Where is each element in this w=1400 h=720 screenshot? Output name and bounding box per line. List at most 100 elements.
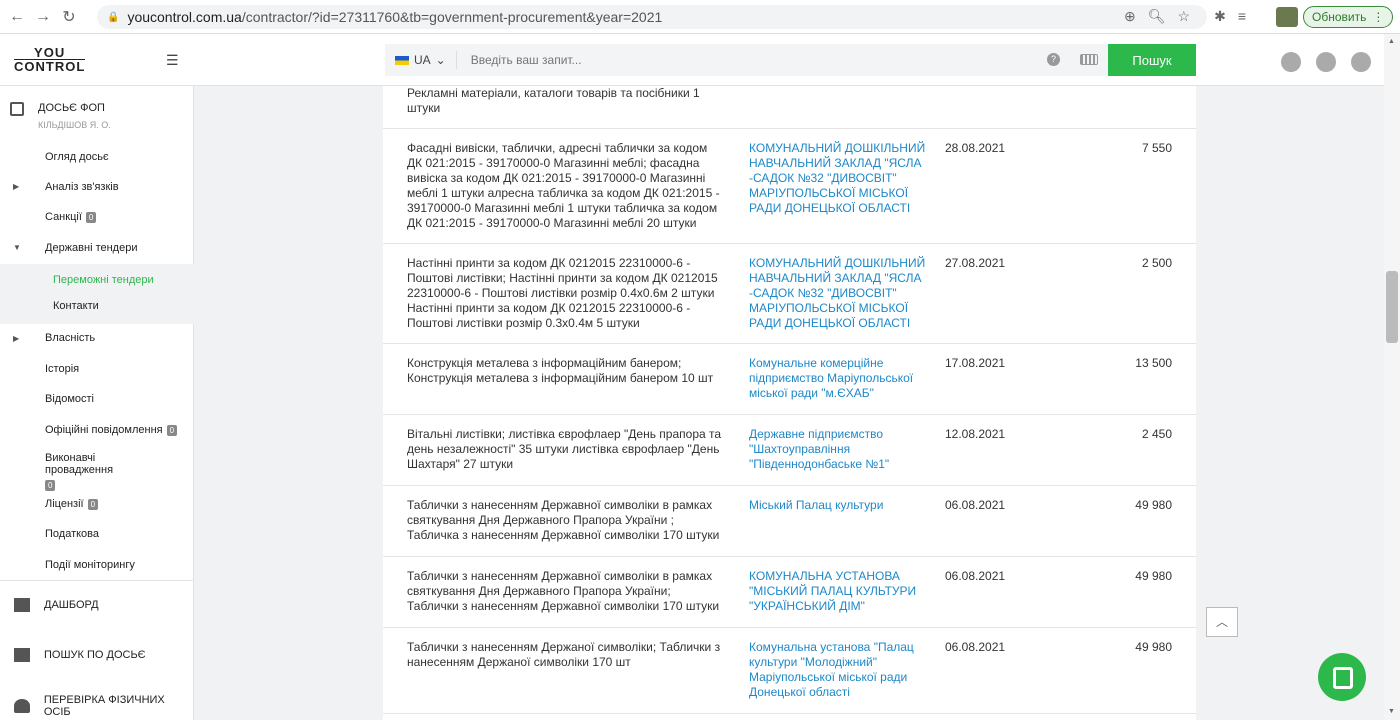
sidebar-item-notices[interactable]: Офіційні повідомлення 0 [45, 424, 178, 436]
scrollbar-thumb[interactable] [1386, 271, 1398, 343]
row-amount: 7 550 [1141, 141, 1172, 155]
table-row: Настінні принти за кодом ДК 0212015 2231… [383, 244, 1196, 344]
sidebar-item-enforcement[interactable]: Виконавчі провадження 0 [45, 452, 145, 491]
search-bar: UA⌄ ? Пошук [385, 44, 1196, 76]
keyboard-icon[interactable] [1080, 54, 1098, 65]
row-date: 27.08.2021 [945, 256, 1006, 270]
row-description: Таблички з нанесенням Державної символік… [407, 498, 720, 542]
row-date: 06.08.2021 [945, 498, 1006, 512]
collapse-arrow-icon: ▼ [13, 243, 21, 252]
address-bar[interactable]: 🔒 youcontrol.com.ua/contractor/?id=27311… [97, 5, 1207, 29]
sidebar-item-property[interactable]: Власність [45, 332, 95, 344]
row-date: 17.08.2021 [945, 356, 1006, 370]
sidebar-item-tax[interactable]: Податкова [45, 528, 99, 540]
ua-flag-icon [395, 55, 409, 65]
language-select[interactable]: UA ⌄ [385, 51, 457, 69]
update-button[interactable]: Обновить ⋮ [1303, 6, 1394, 28]
row-amount: 49 980 [1135, 498, 1172, 512]
sidebar-item-overview[interactable]: Огляд досьє [45, 151, 109, 163]
url-host: youcontrol.com.ua [127, 9, 242, 25]
expand-arrow-icon: ▶ [13, 334, 20, 343]
browser-toolbar: ← → ↻ 🔒 youcontrol.com.ua/contractor/?id… [0, 0, 1400, 34]
sidebar: ДОСЬЄ ФОП КІЛЬДІШОВ Я. О. Огляд досьє ▶ А… [0, 86, 194, 720]
profile-avatar[interactable] [1276, 7, 1298, 27]
row-date: 12.08.2021 [945, 427, 1006, 441]
row-description: Вітальні листівки; листівка єврофлаер "Д… [407, 427, 722, 471]
expand-arrow-icon: ▶ [13, 182, 20, 191]
sidebar-selected-group [0, 264, 194, 324]
row-amount: 49 980 [1135, 569, 1172, 583]
sidebar-item-links[interactable]: Аналіз зв'язків [45, 181, 119, 193]
forward-icon[interactable]: → [30, 8, 56, 26]
help-icon[interactable]: ? [1047, 53, 1060, 66]
search-input[interactable] [456, 53, 1017, 67]
support-icon[interactable] [1281, 52, 1301, 72]
sidebar-check-persons[interactable]: ПЕРЕВІРКА ФІЗИЧНИХ ОСІБ [14, 694, 193, 718]
globe-icon[interactable] [1316, 52, 1336, 72]
row-organization-link[interactable]: Державне підприємство "Шахтоуправління "… [749, 427, 929, 472]
dossier-header[interactable]: ДОСЬЄ ФОП КІЛЬДІШОВ Я. О. [10, 102, 111, 130]
scroll-to-top-button[interactable]: ︿ [1206, 607, 1238, 637]
table-row: Таблички з нанесенням Державної символік… [383, 557, 1196, 628]
sidebar-item-licenses[interactable]: Ліцензії 0 [45, 498, 99, 510]
more-icon: ⋮ [1372, 10, 1385, 24]
row-organization-link[interactable]: Міський Палац культури [749, 498, 929, 513]
table-row: Вітальні листівки; листівка єврофлаер "Д… [383, 415, 1196, 486]
menu-collapse-icon[interactable]: ☰ [166, 52, 179, 69]
row-date: 06.08.2021 [945, 640, 1006, 654]
sidebar-item-monitoring[interactable]: Події моніторингу [45, 559, 135, 571]
row-description: Таблички з нанесенням Держаної символіки… [407, 640, 721, 669]
row-organization-link[interactable]: КОМУНАЛЬНА УСТАНОВА "МІСЬКИЙ ПАЛАЦ КУЛЬТ… [749, 569, 929, 614]
reading-list-icon[interactable]: ≡ [1238, 8, 1246, 25]
table-row: Конструкція металева з інформаційним бан… [383, 344, 1196, 415]
row-organization-link[interactable]: КОМУНАЛЬНИЙ ДОШКІЛЬНИЙ НАВЧАЛЬНИЙ ЗАКЛАД… [749, 141, 929, 216]
star-icon[interactable]: ☆ [1178, 8, 1191, 25]
sidebar-search-dossier[interactable]: ПОШУК ПО ДОСЬЄ [14, 648, 146, 662]
row-date: 28.08.2021 [945, 141, 1006, 155]
row-description: Фасадні вивіски, таблички, адресні табли… [407, 141, 720, 230]
row-description: Конструкція металева з інформаційним бан… [407, 356, 714, 385]
row-organization-link[interactable]: Комунальна установа "Палац культури "Мол… [749, 640, 929, 700]
row-amount: 49 980 [1135, 640, 1172, 654]
scroll-down-icon: ▼ [1388, 708, 1395, 715]
extensions-icon[interactable]: ✱ [1214, 8, 1226, 25]
zoom-icon[interactable]: 🔍︎ [1148, 8, 1166, 25]
chat-widget-button[interactable] [1318, 653, 1366, 701]
folder-search-icon [14, 648, 30, 662]
tenders-table: Рекламні матеріали, каталоги товарів та … [383, 86, 1196, 720]
youcontrol-logo[interactable]: YOU CONTROL [14, 46, 86, 73]
sidebar-dashboard[interactable]: ДАШБОРД [14, 598, 99, 612]
sidebar-item-contacts[interactable]: Контакти [53, 300, 99, 312]
back-icon[interactable]: ← [4, 8, 30, 26]
sidebar-item-sanctions[interactable]: Санкції 0 [45, 211, 97, 223]
scroll-up-icon: ▲ [1388, 38, 1395, 45]
table-row: Фасадні вивіски, таблички, адресні табли… [383, 129, 1196, 244]
install-icon[interactable]: ⊕ [1124, 8, 1136, 25]
sidebar-item-tenders[interactable]: Державні тендери [45, 242, 138, 254]
row-description: Настінні принти за кодом ДК 0212015 2231… [407, 256, 718, 330]
dossier-icon [10, 102, 24, 116]
lock-icon: 🔒 [107, 11, 120, 23]
row-date: 06.08.2021 [945, 569, 1006, 583]
app-header: YOU CONTROL ☰ UA⌄ ? Пошук [0, 34, 1400, 86]
sidebar-item-won-tenders[interactable]: Переможні тендери [53, 274, 154, 286]
dashboard-icon [14, 598, 30, 612]
row-description: Рекламні матеріали, каталоги товарів та … [407, 86, 700, 115]
url-path: /contractor/?id=27311760&tb=government-p… [241, 9, 663, 25]
settings-icon[interactable] [1351, 52, 1371, 72]
row-description: Таблички з нанесенням Державної символік… [407, 569, 720, 613]
sidebar-item-info[interactable]: Відомості [45, 393, 94, 405]
row-organization-link[interactable]: Комунальне комерційне підприємство Маріу… [749, 356, 929, 401]
row-amount: 2 450 [1141, 427, 1172, 441]
row-amount: 13 500 [1135, 356, 1172, 370]
table-row: Таблички з нанесенням Державної символік… [383, 486, 1196, 557]
sidebar-item-history[interactable]: Історія [45, 363, 79, 375]
search-button[interactable]: Пошук [1108, 44, 1196, 76]
reload-icon[interactable]: ↻ [56, 7, 82, 27]
row-amount: 2 500 [1141, 256, 1172, 270]
person-check-icon [14, 699, 30, 713]
table-row: Рекламні матеріали, каталоги товарів та … [383, 86, 1196, 129]
row-organization-link[interactable]: КОМУНАЛЬНИЙ ДОШКІЛЬНИЙ НАВЧАЛЬНИЙ ЗАКЛАД… [749, 256, 929, 331]
page-scrollbar[interactable]: ▲ ▼ [1384, 34, 1400, 720]
table-row: Таблички з нанесенням Держаної символіки… [383, 628, 1196, 714]
